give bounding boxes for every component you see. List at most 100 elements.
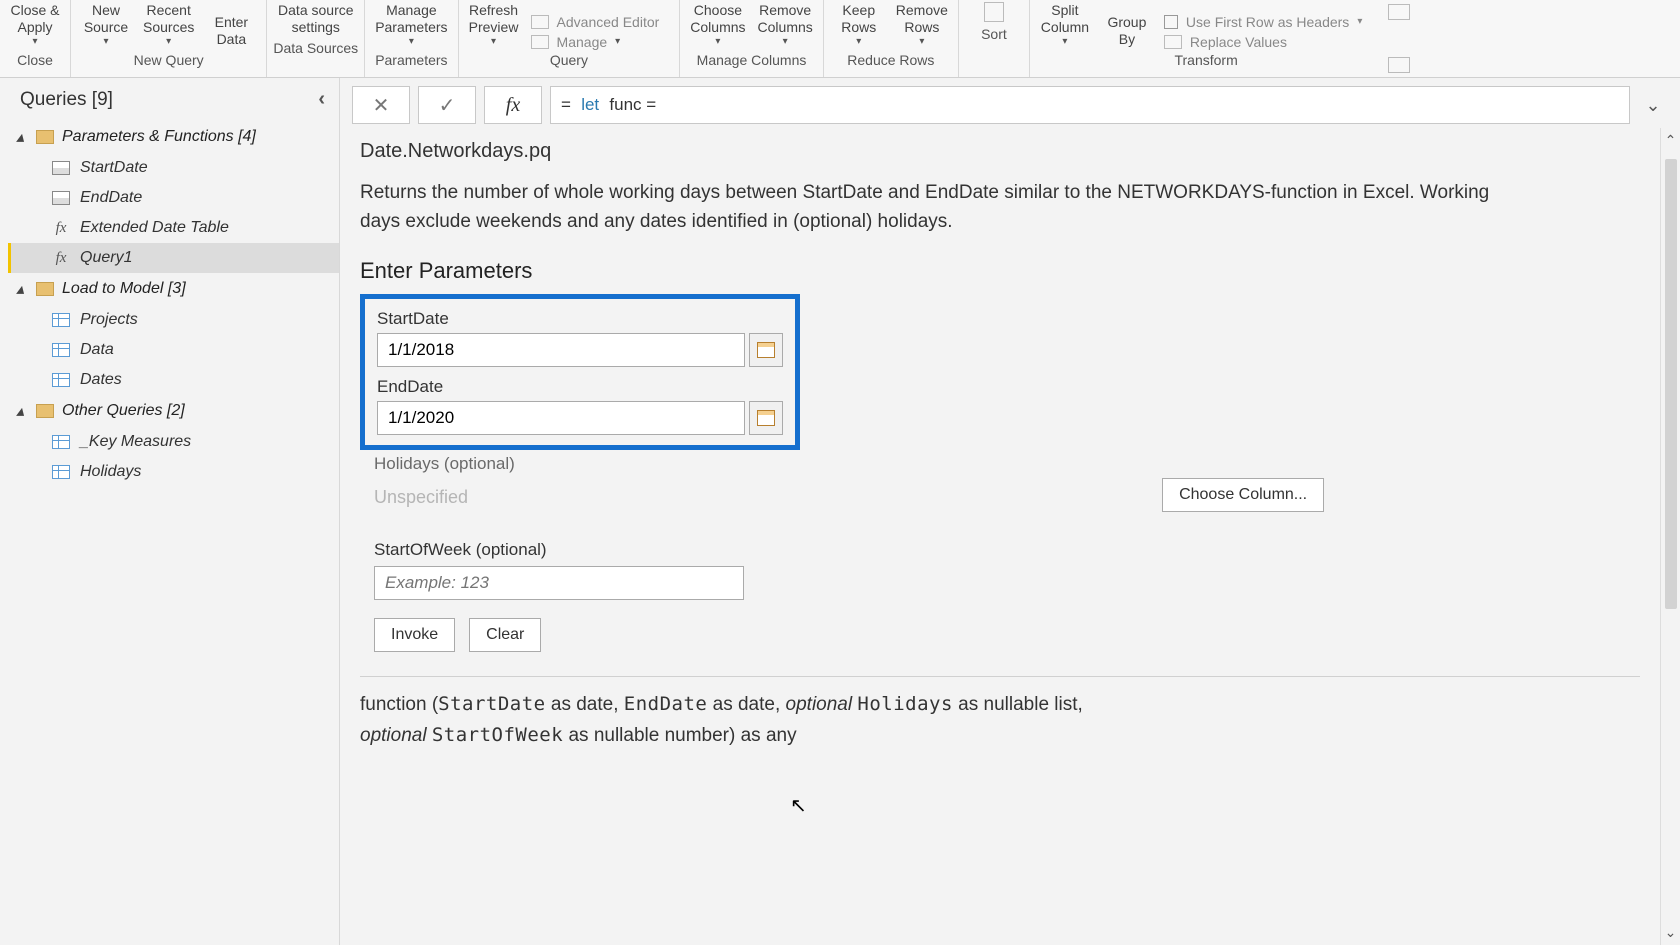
ribbon-group-parameters: Manage Parameters Parameters <box>365 0 458 77</box>
parameter-icon <box>52 191 70 205</box>
table-icon <box>52 435 70 449</box>
collapse-sidebar-button[interactable]: ‹ <box>318 88 325 111</box>
invoke-button[interactable]: Invoke <box>374 618 455 652</box>
choose-columns-button[interactable]: Choose Columns <box>690 2 745 50</box>
clear-button[interactable]: Clear <box>469 618 541 652</box>
formula-bar: ✕ ✓ fx = let func = ⌄ <box>340 78 1680 128</box>
tree-item-projects[interactable]: Projects <box>8 305 339 335</box>
close-apply-button[interactable]: Close & Apply <box>10 2 60 50</box>
keep-rows-button[interactable]: Keep Rows <box>834 2 884 50</box>
folder-icon <box>36 130 54 144</box>
folder-icon <box>36 404 54 418</box>
enter-data-button[interactable]: Enter Data <box>206 14 256 50</box>
ribbon-group-close: Close & Apply Close <box>0 0 71 77</box>
data-source-settings-button[interactable]: Data source settings <box>278 2 353 38</box>
ribbon-group-label: Sort <box>965 24 1023 44</box>
ribbon-group-reducerows: Keep Rows Remove Rows Reduce Rows <box>824 0 959 77</box>
ribbon-group-label: Transform <box>1036 50 1376 70</box>
formula-input[interactable]: = let func = <box>550 86 1630 124</box>
ribbon-group-label: New Query <box>77 50 260 70</box>
ribbon-overflow-icon[interactable] <box>1388 4 1410 20</box>
enddate-calendar-button[interactable] <box>749 401 783 435</box>
table-icon <box>52 343 70 357</box>
tree-item-enddate[interactable]: EndDate <box>8 183 339 213</box>
remove-columns-button[interactable]: Remove Columns <box>758 2 813 50</box>
tree-item-query1[interactable]: fxQuery1 <box>8 243 339 273</box>
recent-sources-button[interactable]: Recent Sources <box>143 2 194 50</box>
table-icon <box>52 465 70 479</box>
calendar-icon <box>757 410 775 426</box>
tree-item-data[interactable]: Data <box>8 335 339 365</box>
enddate-input[interactable] <box>377 401 745 435</box>
enddate-label: EndDate <box>377 367 783 401</box>
choose-column-button[interactable]: Choose Column... <box>1162 478 1324 512</box>
startofweek-label: StartOfWeek (optional) <box>360 512 1640 566</box>
formula-commit-button[interactable]: ✓ <box>418 86 476 124</box>
tree-folder[interactable]: ▴Load to Model [3] <box>8 273 339 305</box>
startofweek-input[interactable] <box>374 566 744 600</box>
tree-item-holidays[interactable]: Holidays <box>8 457 339 487</box>
mouse-cursor-icon: ↖ <box>790 793 807 818</box>
manage-icon <box>531 35 549 49</box>
ribbon-group-query: Refresh Preview Advanced Editor Manage Q… <box>459 0 681 77</box>
advanced-editor-button[interactable]: Advanced Editor <box>531 14 660 30</box>
ribbon-group-label: Parameters <box>371 50 451 70</box>
table-icon <box>52 373 70 387</box>
fx-icon: fx <box>52 220 70 237</box>
new-source-button[interactable]: New Source <box>81 2 131 50</box>
holidays-label: Holidays (optional) <box>360 450 1640 478</box>
formula-fx-button[interactable]: fx <box>484 86 542 124</box>
remove-rows-button[interactable]: Remove Rows <box>896 2 948 50</box>
date-params-highlight: StartDate EndDate <box>360 294 800 450</box>
calendar-icon <box>757 342 775 358</box>
ribbon-collapse-icon[interactable] <box>1388 57 1410 73</box>
startdate-calendar-button[interactable] <box>749 333 783 367</box>
sort-asc-icon <box>984 2 1004 22</box>
holidays-value: Unspecified <box>360 483 482 508</box>
section-header: Enter Parameters <box>360 254 1640 294</box>
startdate-input[interactable] <box>377 333 745 367</box>
ribbon: Close & Apply Close New Source Recent So… <box>0 0 1680 78</box>
tree-folder[interactable]: ▴Other Queries [2] <box>8 395 339 427</box>
function-signature: function (StartDate as date, EndDate as … <box>360 689 1640 752</box>
formula-cancel-button[interactable]: ✕ <box>352 86 410 124</box>
tree-item-dates[interactable]: Dates <box>8 365 339 395</box>
page-title: Date.Networkdays.pq <box>360 134 1640 175</box>
content-area: ✕ ✓ fx = let func = ⌄ Date.Networkdays.p… <box>340 78 1680 945</box>
vertical-scrollbar[interactable]: ⌃ ⌄ <box>1660 128 1680 945</box>
split-column-button[interactable]: Split Column <box>1040 2 1090 50</box>
sort-asc-button[interactable] <box>969 2 1019 24</box>
manage-parameters-button[interactable]: Manage Parameters <box>375 2 447 50</box>
replace-values-button[interactable]: Replace Values <box>1164 34 1287 50</box>
replace-icon <box>1164 35 1182 49</box>
group-by-button[interactable]: Group By <box>1102 14 1152 50</box>
queries-sidebar: Queries [9] ‹ ▴Parameters & Functions [4… <box>0 78 340 945</box>
ribbon-group-transform: Split Column Group By Use First Row as H… <box>1030 0 1382 77</box>
scroll-down-icon[interactable]: ⌄ <box>1665 924 1677 941</box>
table-icon <box>52 313 70 327</box>
scrollbar-thumb[interactable] <box>1665 159 1677 609</box>
ribbon-group-label: Reduce Rows <box>830 50 952 70</box>
queries-tree: ▴Parameters & Functions [4] StartDate En… <box>0 117 339 487</box>
page-description: Returns the number of whole working days… <box>360 175 1500 254</box>
fx-icon: fx <box>52 250 70 267</box>
editor-icon <box>531 15 549 29</box>
tree-folder[interactable]: ▴Parameters & Functions [4] <box>8 121 339 153</box>
use-first-row-headers-button[interactable]: Use First Row as Headers▾ <box>1164 14 1362 30</box>
ribbon-tail <box>1382 0 1416 77</box>
checkbox-icon <box>1164 15 1178 29</box>
divider <box>360 676 1640 677</box>
manage-button[interactable]: Manage <box>531 34 621 50</box>
parameter-icon <box>52 161 70 175</box>
scroll-up-icon[interactable]: ⌃ <box>1665 132 1677 149</box>
refresh-preview-button[interactable]: Refresh Preview <box>469 2 519 50</box>
formula-expand-button[interactable]: ⌄ <box>1638 86 1668 124</box>
tree-item-startdate[interactable]: StartDate <box>8 153 339 183</box>
startdate-label: StartDate <box>377 307 783 333</box>
ribbon-group-managecolumns: Choose Columns Remove Columns Manage Col… <box>680 0 824 77</box>
ribbon-group-newquery: New Source Recent Sources Enter Data New… <box>71 0 267 77</box>
ribbon-group-datasources: Data source settings Data Sources <box>267 0 365 77</box>
sidebar-title: Queries [9] <box>20 89 113 111</box>
tree-item-extended-date-table[interactable]: fxExtended Date Table <box>8 213 339 243</box>
tree-item-key-measures[interactable]: _Key Measures <box>8 427 339 457</box>
